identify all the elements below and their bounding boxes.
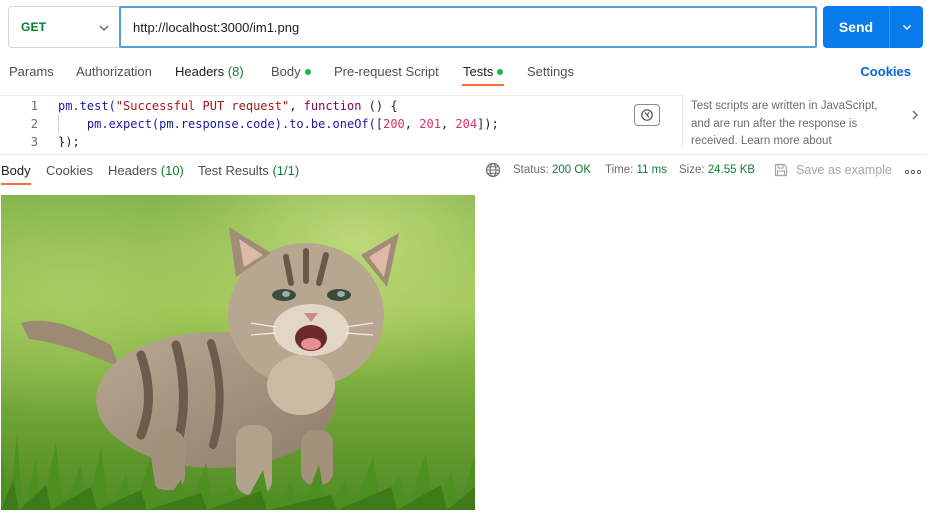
beautify-button[interactable] [634, 104, 660, 126]
method-select[interactable]: GET [8, 6, 120, 48]
status-dot [497, 68, 504, 75]
status-label: Status: [513, 164, 549, 176]
save-as-example-button[interactable]: Save as example [796, 163, 892, 177]
send-button-group: Send [823, 6, 923, 48]
response-tab-test-results[interactable]: Test Results (1/1) [198, 163, 299, 178]
request-bar: GET http://localhost:3000/im1.png Send [8, 6, 923, 48]
tab-params[interactable]: Params [9, 64, 54, 79]
tab-authorization[interactable]: Authorization [76, 64, 152, 79]
time-readout[interactable]: Time: 11 ms [605, 164, 667, 176]
code-number: 200 [383, 117, 405, 131]
response-tab-cookies[interactable]: Cookies [46, 163, 93, 178]
tab-count: (1/1) [272, 163, 300, 178]
tab-label: Test Results [198, 163, 269, 178]
response-image [1, 195, 475, 510]
tab-label: Tests [463, 64, 494, 79]
tab-count: (10) [160, 163, 184, 178]
line-gutter: 1 2 3 [0, 96, 48, 147]
tab-label: Authorization [76, 64, 152, 79]
tab-label: Headers [108, 163, 158, 178]
tab-label: Params [9, 64, 54, 79]
tab-body[interactable]: Body [271, 64, 311, 79]
code-token: pm.expect(pm.response.code).to.be.oneOf(… [58, 117, 384, 131]
time-value: 11 ms [636, 164, 667, 176]
test-script-editor[interactable]: 1 2 3 pm.test("Successful PUT request", … [0, 95, 682, 147]
status-dot [304, 68, 311, 75]
code-token: ]); [477, 117, 499, 131]
code-token: , [440, 117, 456, 131]
chevron-right-icon[interactable] [908, 108, 922, 122]
tab-label: Body [271, 64, 301, 79]
line-number: 3 [30, 135, 38, 147]
code-keyword: function [303, 99, 362, 113]
tab-label: Cookies [46, 163, 93, 178]
code-line: pm.test("Successful PUT request", functi… [58, 99, 398, 113]
code-line: }); [58, 135, 80, 147]
send-options-button[interactable] [890, 6, 923, 48]
size-readout[interactable]: Size: 24.55 KB [679, 164, 755, 176]
tab-headers[interactable]: Headers (8) [175, 64, 244, 79]
status-value: 200 OK [552, 164, 592, 176]
size-value: 24.55 KB [707, 164, 756, 176]
line-number: 1 [30, 99, 38, 113]
tab-label: Body [1, 163, 31, 178]
code-string: "Successful PUT request" [115, 99, 290, 113]
request-tabs: Params Authorization Headers (8) Body Pr… [0, 58, 927, 90]
time-label: Time: [605, 164, 634, 176]
size-label: Size: [679, 164, 705, 176]
chevron-down-icon [902, 24, 911, 31]
beautify-icon [641, 109, 653, 121]
globe-icon[interactable] [485, 162, 501, 178]
response-tab-body[interactable]: Body [1, 163, 31, 178]
kitten-image [1, 195, 475, 510]
tab-label: Pre-request Script [334, 64, 439, 79]
code-token: , [289, 99, 304, 113]
tab-tests[interactable]: Tests [463, 64, 504, 79]
tab-settings[interactable]: Settings [527, 64, 574, 79]
active-tab-indicator [462, 84, 504, 86]
test-scripts-hint: Test scripts are written in JavaScript, … [691, 100, 878, 147]
method-label: GET [21, 20, 47, 34]
line-number: 2 [30, 117, 38, 131]
more-icon[interactable] [905, 170, 921, 174]
response-tab-headers[interactable]: Headers (10) [108, 163, 184, 178]
code-token: () { [361, 99, 398, 113]
code-token: pm.test( [58, 99, 116, 113]
active-tab-indicator [1, 183, 31, 185]
cookies-link[interactable]: Cookies [860, 64, 911, 79]
tab-label: Headers [175, 64, 225, 79]
send-button[interactable]: Send [823, 6, 890, 48]
code-number: 204 [455, 117, 478, 131]
status-readout[interactable]: Status: 200 OK [513, 164, 591, 176]
chevron-down-icon [99, 25, 109, 31]
code-line: pm.expect(pm.response.code).to.be.oneOf(… [58, 117, 499, 131]
save-icon [774, 163, 788, 177]
tab-count: (8) [227, 64, 244, 79]
code-token: , [404, 117, 420, 131]
code-number: 201 [419, 117, 441, 131]
divider [682, 95, 683, 147]
tab-pre-request-script[interactable]: Pre-request Script [334, 64, 439, 79]
url-input[interactable]: http://localhost:3000/im1.png [119, 6, 817, 48]
tab-label: Settings [527, 64, 574, 79]
